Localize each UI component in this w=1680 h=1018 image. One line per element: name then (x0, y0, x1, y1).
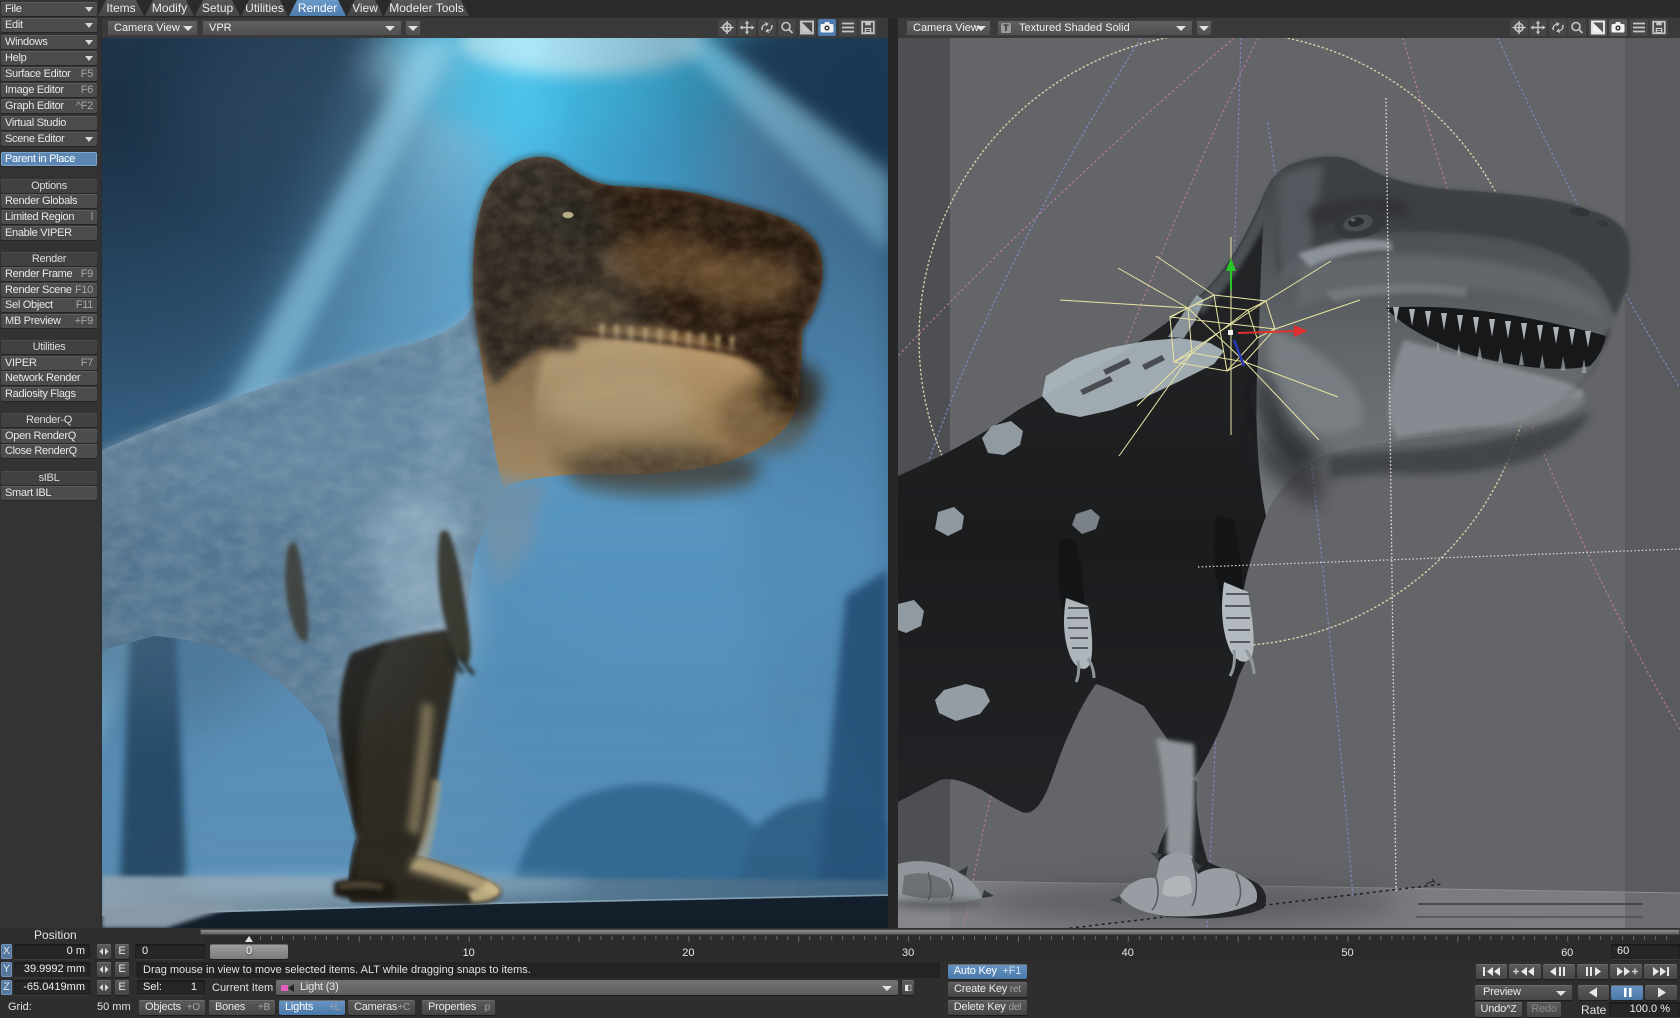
svg-text:60: 60 (1561, 947, 1573, 959)
svg-text:30: 30 (902, 947, 914, 959)
svg-text:10: 10 (463, 947, 475, 959)
svg-text:40: 40 (1122, 947, 1134, 959)
svg-text:50: 50 (1341, 947, 1353, 959)
svg-text:20: 20 (682, 947, 694, 959)
